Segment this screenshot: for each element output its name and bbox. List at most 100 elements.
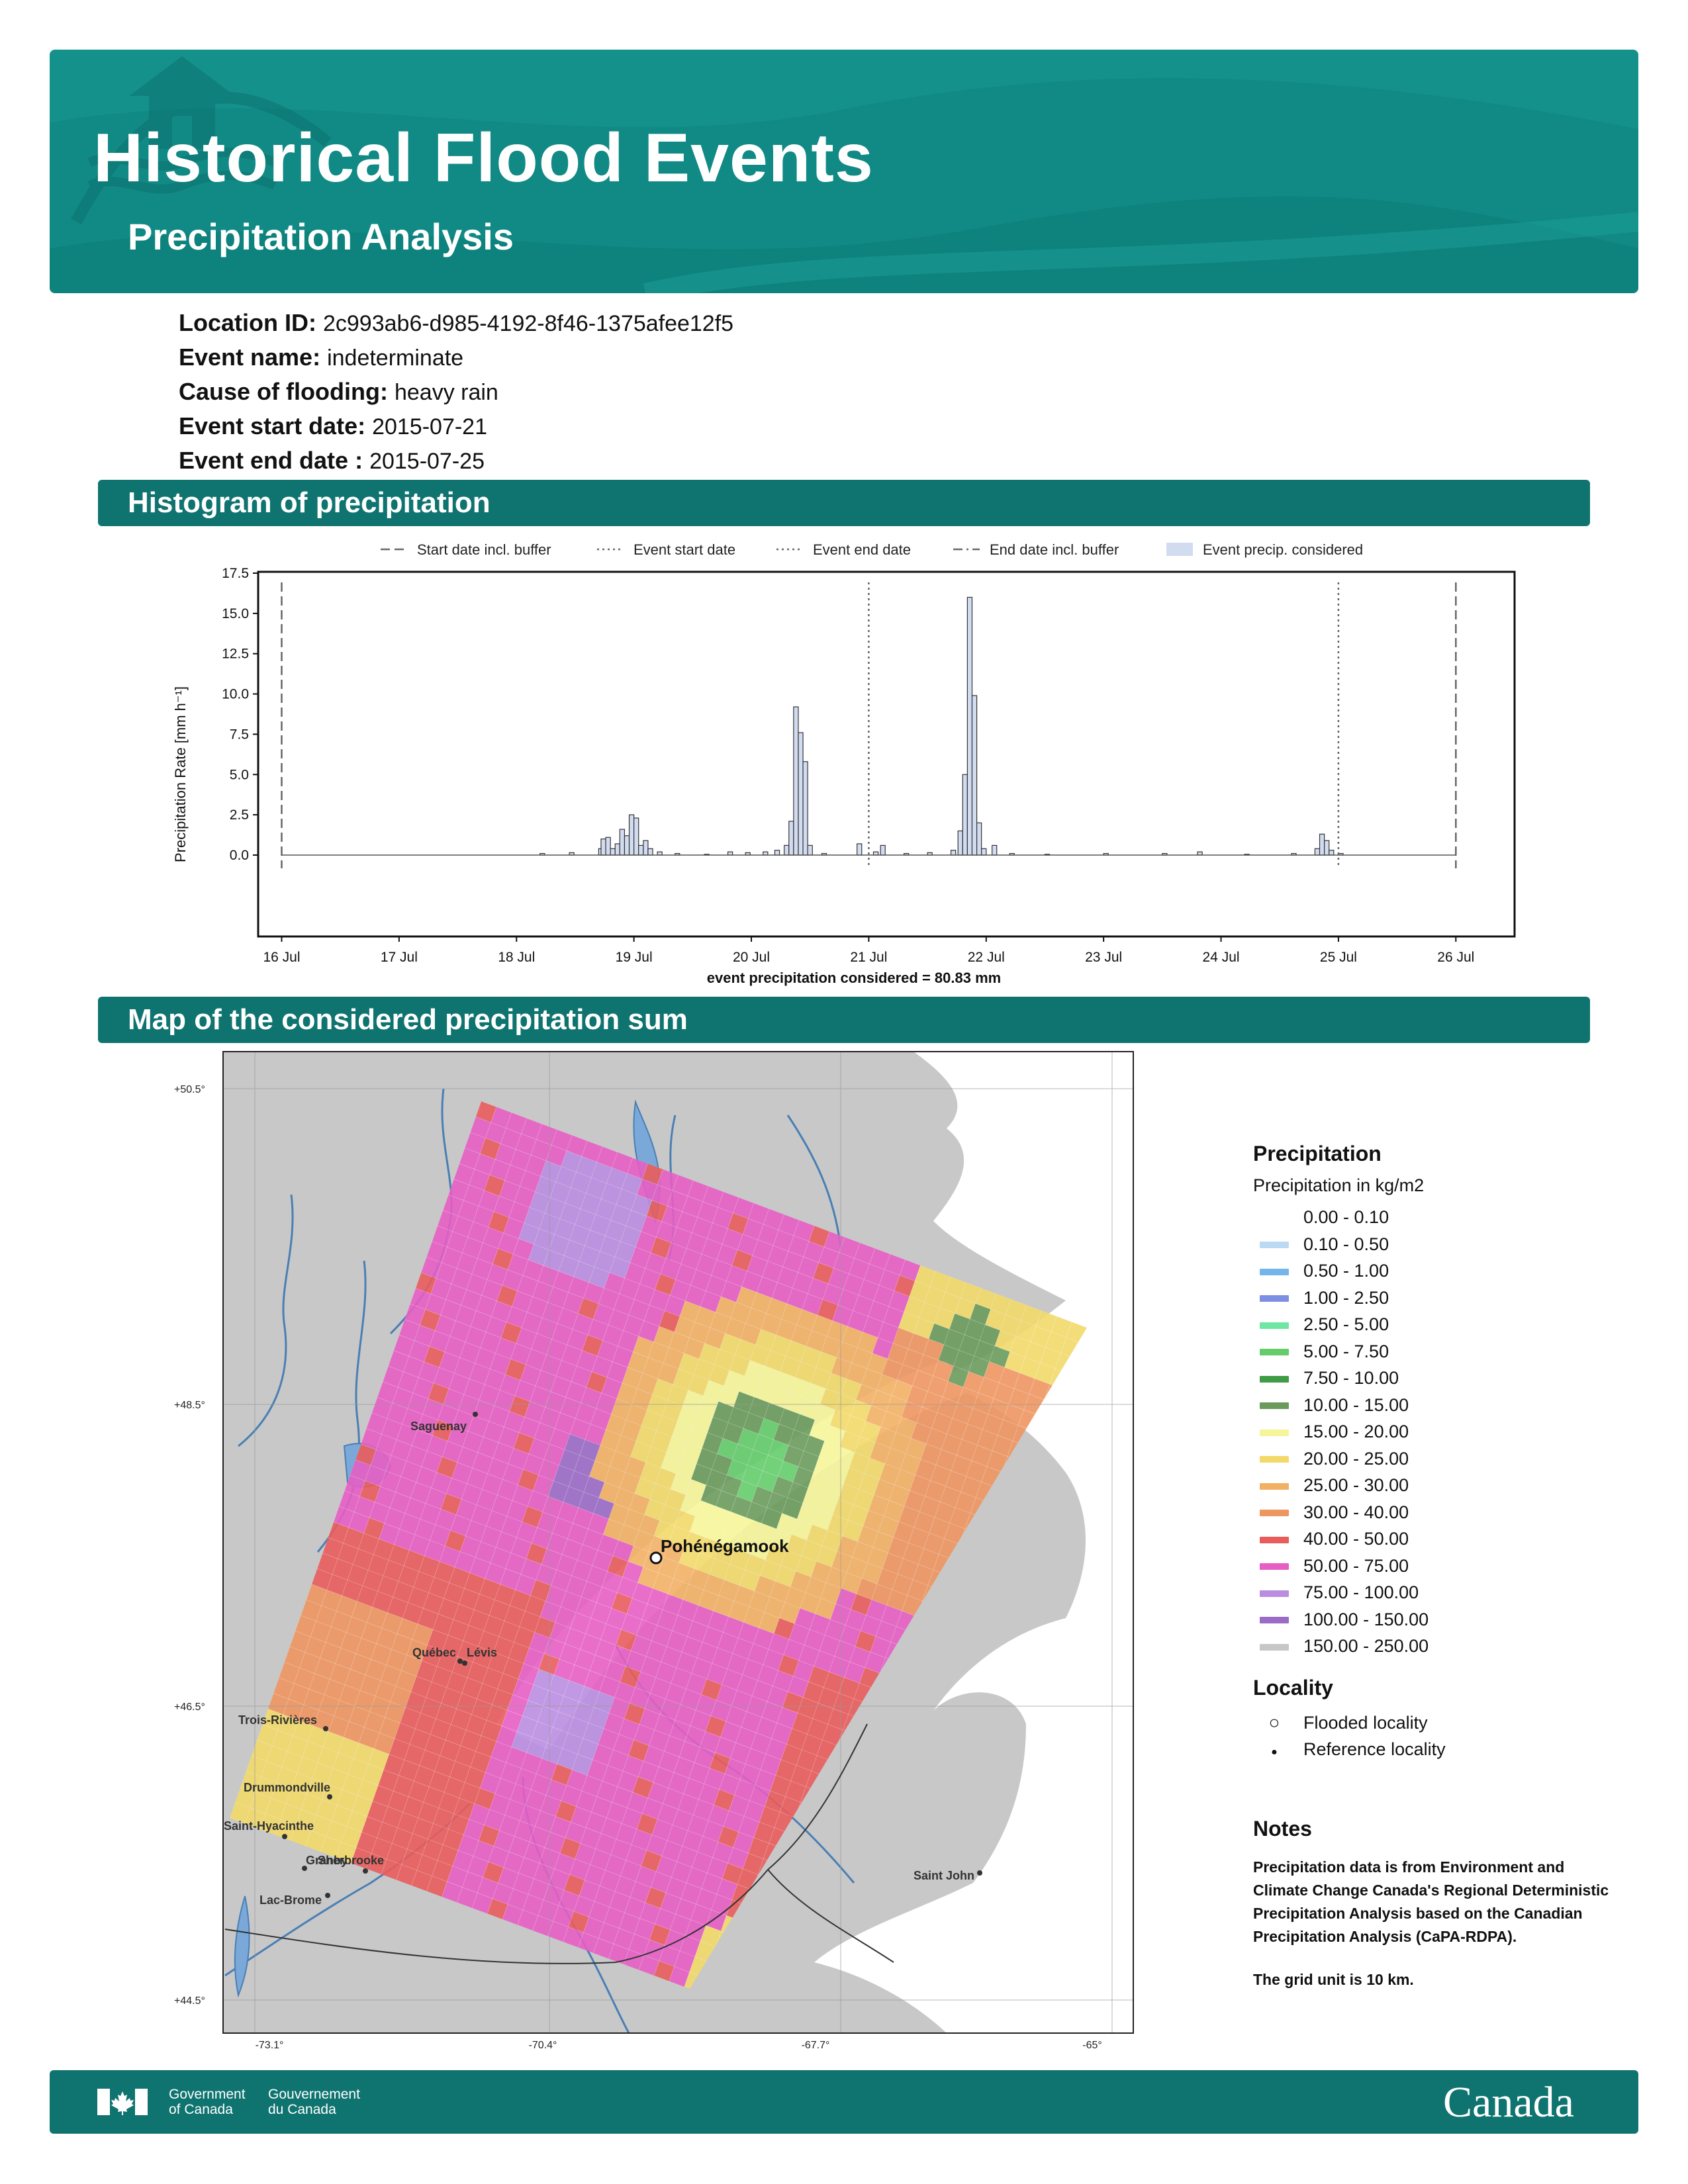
precip-bar xyxy=(647,848,653,856)
legend-swatch xyxy=(1260,1456,1289,1463)
x-tick-label: 20 Jul xyxy=(733,950,770,965)
place-marker xyxy=(977,1870,982,1876)
legend-label: Event start date xyxy=(633,541,735,558)
map-lon-labels: -73.1° -70.4° -67.7° -65° xyxy=(256,2040,1102,2051)
info-value: heavy rain xyxy=(394,380,498,405)
lat-label: +46.5° xyxy=(174,1702,205,1713)
legend-class-item: 25.00 - 30.00 xyxy=(1253,1472,1624,1499)
precip-bar xyxy=(633,817,639,856)
place-marker xyxy=(323,1726,328,1731)
histogram-date-lines xyxy=(281,582,1457,868)
precip-bar xyxy=(857,843,863,856)
y-tick-label: 0.0 xyxy=(230,848,249,863)
gov-en: Government of Canada xyxy=(169,2087,246,2117)
legend-class-item: 40.00 - 50.00 xyxy=(1253,1525,1624,1553)
notes-paragraph: Precipitation data is from Environment a… xyxy=(1253,1858,1609,1945)
place-marker xyxy=(457,1659,463,1664)
place-label: Saint-Hyacinthe xyxy=(224,1819,314,1833)
legend-class-item: 5.00 - 7.50 xyxy=(1253,1338,1624,1365)
flooded-locality-icon: ○ xyxy=(1268,1711,1280,1733)
legend-label: 1.00 - 2.50 xyxy=(1303,1287,1389,1308)
gov-en-line: Government xyxy=(169,2087,246,2102)
place-label: Sherbrooke xyxy=(318,1854,384,1867)
info-label: Location ID: xyxy=(179,309,316,336)
precip-bar xyxy=(619,829,626,856)
x-tick-label: 26 Jul xyxy=(1437,950,1474,965)
precip-bar xyxy=(1329,850,1335,856)
precip-bar xyxy=(976,822,982,856)
y-tick-label: 5.0 xyxy=(230,767,249,782)
x-tick-label: 19 Jul xyxy=(616,950,653,965)
legend-class-item: 30.00 - 40.00 xyxy=(1253,1499,1624,1526)
legend-swatch xyxy=(1260,1510,1289,1517)
reference-locality-icon: ● xyxy=(1271,1747,1278,1758)
flooded-locality-marker[interactable] xyxy=(649,1551,663,1565)
legend-label: 40.00 - 50.00 xyxy=(1303,1529,1409,1549)
x-tick-label: 17 Jul xyxy=(381,950,418,965)
place-label: Lac-Brome xyxy=(259,1893,322,1907)
precip-bar xyxy=(788,821,794,856)
legend-swatch xyxy=(1260,1563,1289,1570)
legend-class-item: 10.00 - 15.00 xyxy=(1253,1392,1624,1419)
precipitation-histogram: Start date incl. buffer Event start date E… xyxy=(172,541,1516,986)
lon-label: -67.7° xyxy=(802,2040,830,2048)
info-value: 2c993ab6-d985-4192-8f46-1375afee12f5 xyxy=(322,311,734,336)
legend-swatch xyxy=(1260,1349,1289,1356)
place-label: Saguenay xyxy=(410,1420,467,1433)
precip-bar xyxy=(992,844,998,856)
info-label: Event name: xyxy=(179,343,321,371)
legend-label: Reference locality xyxy=(1303,1739,1446,1759)
info-label: Event end date : xyxy=(179,447,363,474)
legend-class-item: 1.00 - 2.50 xyxy=(1253,1285,1624,1312)
notes-title: Notes xyxy=(1253,1817,1312,1841)
x-tick-label: 25 Jul xyxy=(1320,950,1357,965)
legend-label: 10.00 - 15.00 xyxy=(1303,1394,1409,1415)
legend-swatch xyxy=(1260,1617,1289,1624)
info-value: 2015-07-21 xyxy=(372,414,487,439)
precip-bar xyxy=(1319,833,1325,856)
legend-swatch xyxy=(1260,1429,1289,1436)
info-label: Cause of flooding: xyxy=(179,378,388,405)
legend-precip-subtitle: Precipitation in kg/m2 xyxy=(1253,1175,1425,1195)
lon-label: -65° xyxy=(1082,2040,1102,2048)
legend-label: 7.50 - 10.00 xyxy=(1303,1368,1399,1388)
lon-label: -73.1° xyxy=(256,2040,284,2048)
legend-label: 0.50 - 1.00 xyxy=(1303,1261,1389,1281)
precip-bar xyxy=(610,848,616,856)
legend-label: 75.00 - 100.00 xyxy=(1303,1582,1419,1602)
legend-swatch xyxy=(1260,1295,1289,1302)
info-label: Event start date: xyxy=(179,412,366,439)
place-label: Pohénégamook xyxy=(661,1536,789,1556)
lat-label: +48.5° xyxy=(174,1400,205,1411)
info-row-cause: Cause of flooding: heavy rain xyxy=(179,375,733,409)
footer-bar: Government of Canada Gouvernement du Can… xyxy=(50,2070,1638,2134)
lat-label: +50.5° xyxy=(174,1084,205,1095)
plot-frame xyxy=(257,570,1516,938)
legend-label: End date incl. buffer xyxy=(990,541,1119,558)
place-label: Drummondville xyxy=(244,1781,330,1794)
precip-bar xyxy=(880,844,886,856)
info-value: indeterminate xyxy=(327,345,464,371)
legend-label: 50.00 - 75.00 xyxy=(1303,1555,1409,1576)
legend-class-item: 20.00 - 25.00 xyxy=(1253,1445,1624,1473)
precip-bar xyxy=(643,840,649,856)
legend-swatch xyxy=(1260,1375,1289,1383)
place-marker xyxy=(325,1893,330,1898)
info-row-start-date: Event start date: 2015-07-21 xyxy=(179,409,733,443)
legend-class-item: 0.00 - 0.10 xyxy=(1253,1204,1624,1231)
legend-class-item: 2.50 - 5.00 xyxy=(1253,1311,1624,1338)
precip-bar xyxy=(784,844,790,856)
precip-bar xyxy=(798,732,804,856)
legend-label: 20.00 - 25.00 xyxy=(1303,1448,1409,1469)
legend-swatch xyxy=(1260,1214,1289,1222)
legend-label: 15.00 - 20.00 xyxy=(1303,1422,1409,1441)
y-tick-label: 15.0 xyxy=(222,606,249,621)
legend-label: 30.00 - 40.00 xyxy=(1303,1502,1409,1522)
info-row-end-date: Event end date :2015-07-25 xyxy=(179,443,733,478)
legend-label: 5.00 - 7.50 xyxy=(1303,1341,1389,1361)
x-tick-label: 22 Jul xyxy=(968,950,1005,965)
map-legend: Precipitation Precipitation in kg/m2 0.0… xyxy=(1253,1142,1624,1763)
legend-swatch xyxy=(1260,1242,1289,1249)
legend-swatch xyxy=(1260,1402,1289,1410)
legend-class-item: 100.00 - 150.00 xyxy=(1253,1606,1624,1633)
